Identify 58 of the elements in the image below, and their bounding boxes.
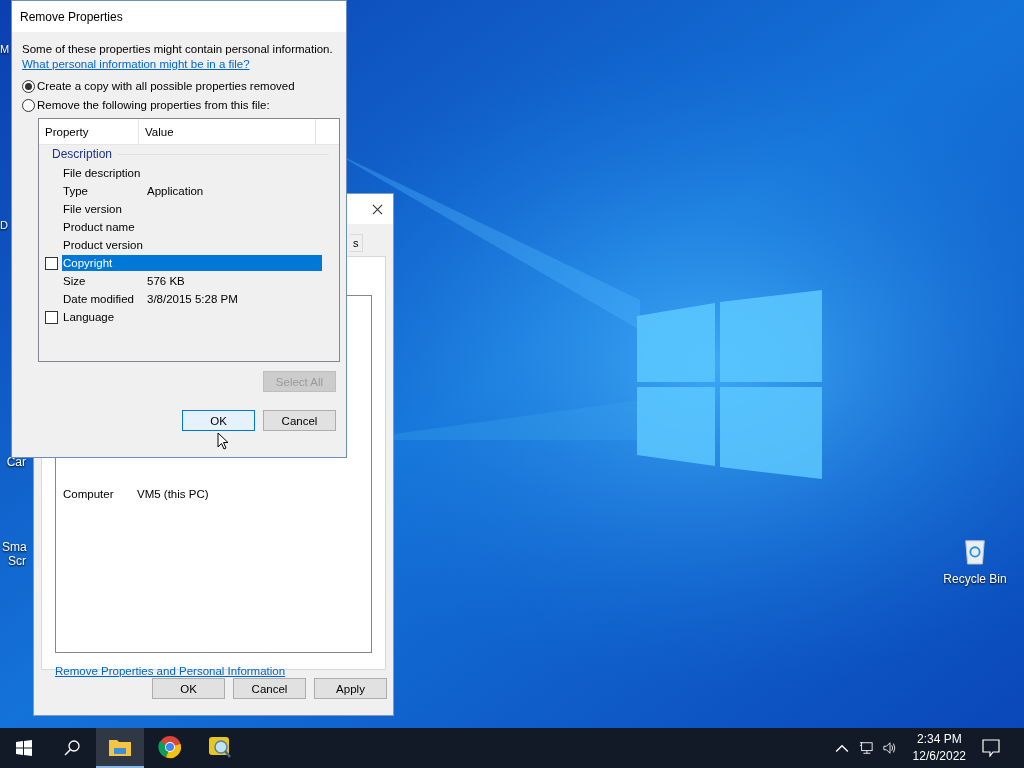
close-icon[interactable] [372,203,383,215]
help-link[interactable]: What personal information might be in a file? [22,57,336,72]
property-name: Copyright [62,257,114,269]
table-row[interactable]: File description [62,165,322,181]
dialog-button[interactable]: Cancel [233,678,306,699]
property-name: Language [62,311,116,323]
intro-text: Some of these properties might contain personal information. [22,42,334,57]
property-value: 3/8/2015 5:28 PM [147,293,238,305]
table-row[interactable]: Product version [62,237,322,253]
group-header[interactable]: Description [52,147,113,161]
property-name: Computer [63,488,115,500]
property-name: File description [62,167,142,179]
browser-icon [158,735,182,759]
selected-row[interactable]: Copyright [62,255,322,271]
property-value: Application [147,185,204,197]
table-row[interactable]: Type Application [62,183,322,199]
dialog-button[interactable]: Cancel [263,410,336,431]
desktop-icon-label[interactable]: Sma Scr [2,540,26,568]
notification-icon[interactable] [982,739,1000,757]
table-row[interactable]: Language [62,309,322,325]
radio-button[interactable] [22,80,35,93]
option-label[interactable]: Create a copy with all possible properties removed [37,79,295,94]
option-label[interactable]: Remove the following properties from this file: [37,98,270,113]
dialog-button[interactable]: Apply [314,678,387,699]
search-icon[interactable] [64,740,80,756]
volume-icon[interactable] [882,741,897,755]
window-title: Remove Properties [20,9,123,24]
table-row[interactable]: Date modified 3/8/2015 5:28 PM [62,291,322,307]
property-name: Date modified [62,293,135,305]
property-name: Size [62,275,87,287]
start-icon[interactable] [16,740,32,756]
clock-date[interactable]: 12/6/2022 [912,748,966,765]
property-value: 576 KB [147,275,185,287]
column-header[interactable]: Value [139,119,316,144]
table-row[interactable]: Size 576 KB [62,273,322,289]
network-icon[interactable] [858,741,873,755]
remove-properties-link[interactable]: Remove Properties and Personal Information [55,665,372,677]
property-name: Product version [62,239,144,251]
radio-button[interactable] [22,99,35,112]
desktop-icon-label[interactable]: M [0,42,10,56]
magnifier-icon [208,735,232,759]
taskbar-app[interactable] [96,728,144,768]
property-name: File version [62,203,123,215]
table-row[interactable]: Product name [62,219,322,235]
property-name: Product name [62,221,136,233]
checkbox[interactable] [44,310,58,324]
dialog-button[interactable]: OK [152,678,225,699]
clock-time[interactable]: 2:34 PM [916,731,962,748]
dialog-button[interactable]: OK [182,410,255,431]
property-value: VM5 (this PC) [137,488,209,500]
checkbox[interactable] [44,256,58,270]
recycle-bin-label[interactable]: Recycle Bin [943,572,1007,586]
table-row[interactable]: File version [62,201,322,217]
desktop-icon-label[interactable]: D [0,218,10,232]
property-name: Type [62,185,89,197]
mouse-cursor-icon [217,432,229,450]
tab[interactable]: s [350,234,363,252]
column-header[interactable]: Property [39,119,139,144]
